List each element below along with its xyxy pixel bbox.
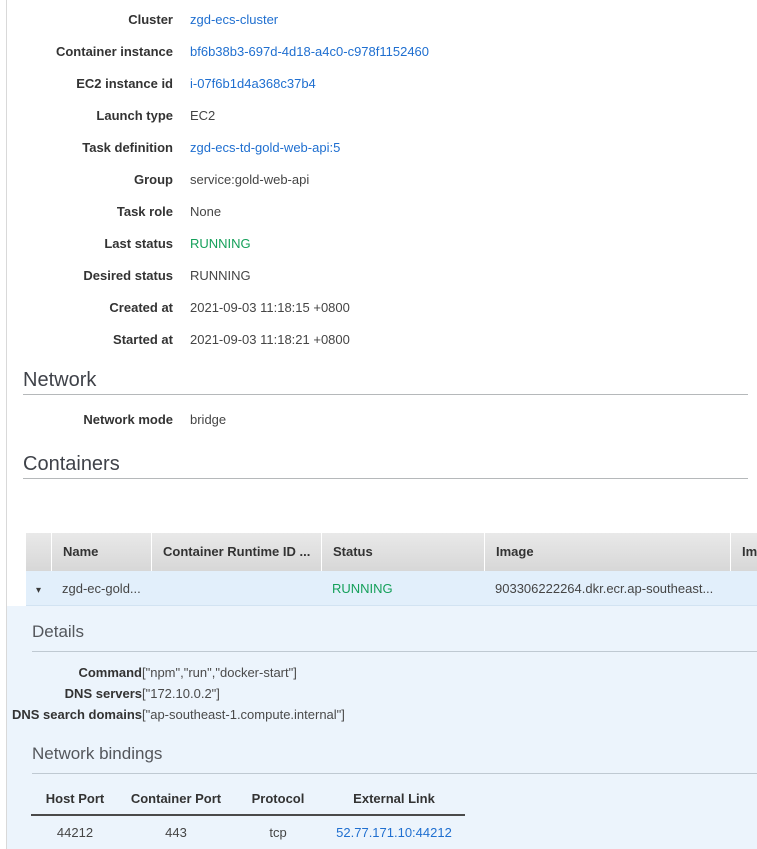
created-at-label: Created at xyxy=(7,300,173,315)
column-header-image-digest[interactable]: Image xyxy=(730,533,757,571)
containers-table: Name Container Runtime ID ... Status Ima… xyxy=(26,533,757,606)
detail-row-task-role: Task role None xyxy=(7,195,757,227)
desired-status-label: Desired status xyxy=(7,268,173,283)
container-port-value: 443 xyxy=(119,825,233,840)
ec2-instance-id-label: EC2 instance id xyxy=(7,76,173,91)
container-details-list: Command ["npm","run","docker-start"] DNS… xyxy=(7,662,757,725)
external-link[interactable]: 52.77.171.10:44212 xyxy=(323,825,465,840)
launch-type-label: Launch type xyxy=(7,108,173,123)
desired-status-value: RUNNING xyxy=(190,268,251,283)
cluster-label: Cluster xyxy=(7,12,173,27)
network-bindings-heading: Network bindings xyxy=(32,742,757,766)
container-image-cell: 903306222264.dkr.ecr.ap-southeast... xyxy=(484,581,730,596)
network-mode-label: Network mode xyxy=(7,412,173,427)
dns-servers-value: ["172.10.0.2"] xyxy=(142,686,220,701)
command-value: ["npm","run","docker-start"] xyxy=(142,665,297,680)
row-expander-icon[interactable]: ▾ xyxy=(36,585,41,596)
containers-section-divider xyxy=(23,478,748,479)
network-bindings-divider xyxy=(32,773,757,774)
detail-row-network-mode: Network mode bridge xyxy=(7,403,757,435)
ec2-instance-id-link[interactable]: i-07f6b1d4a368c37b4 xyxy=(190,76,316,91)
column-header-image[interactable]: Image xyxy=(484,533,730,571)
detail-row-last-status: Last status RUNNING xyxy=(7,227,757,259)
command-label: Command xyxy=(7,665,142,680)
detail-row-ec2-instance-id: EC2 instance id i-07f6b1d4a368c37b4 xyxy=(7,67,757,99)
network-binding-row: 44212 443 tcp 52.77.171.10:44212 xyxy=(31,816,465,849)
group-label: Group xyxy=(7,172,173,187)
detail-row-group: Group service:gold-web-api xyxy=(7,163,757,195)
container-row[interactable]: ▾ zgd-ec-gold... RUNNING 903306222264.dk… xyxy=(26,571,757,606)
task-detail-page: Cluster zgd-ecs-cluster Container instan… xyxy=(6,0,757,849)
container-status-cell: RUNNING xyxy=(321,581,484,596)
task-role-label: Task role xyxy=(7,204,173,219)
task-definition-link[interactable]: zgd-ecs-td-gold-web-api:5 xyxy=(190,140,340,155)
column-header-container-port: Container Port xyxy=(119,791,233,806)
column-header-host-port: Host Port xyxy=(31,791,119,806)
started-at-label: Started at xyxy=(7,332,173,347)
network-bindings-table: Host Port Container Port Protocol Extern… xyxy=(31,782,465,849)
dns-search-domains-label: DNS search domains xyxy=(7,707,142,722)
detail-row-container-instance: Container instance bf6b38b3-697d-4d18-a4… xyxy=(7,35,757,67)
detail-row-created-at: Created at 2021-09-03 11:18:15 +0800 xyxy=(7,291,757,323)
launch-type-value: EC2 xyxy=(190,108,215,123)
task-definition-label: Task definition xyxy=(7,140,173,155)
last-status-value: RUNNING xyxy=(190,236,251,251)
detail-row-cluster: Cluster zgd-ecs-cluster xyxy=(7,3,757,35)
container-name-cell: zgd-ec-gold... xyxy=(51,581,151,596)
created-at-value: 2021-09-03 11:18:15 +0800 xyxy=(190,300,350,315)
container-instance-label: Container instance xyxy=(7,44,173,59)
task-detail-list: Cluster zgd-ecs-cluster Container instan… xyxy=(7,0,757,355)
host-port-value: 44212 xyxy=(31,825,119,840)
column-header-status[interactable]: Status xyxy=(321,533,484,571)
expander-column-header xyxy=(26,533,51,571)
group-value: service:gold-web-api xyxy=(190,172,309,187)
details-heading: Details xyxy=(32,620,757,644)
started-at-value: 2021-09-03 11:18:21 +0800 xyxy=(190,332,350,347)
dns-search-domains-value: ["ap-southeast-1.compute.internal"] xyxy=(142,707,345,722)
network-mode-value: bridge xyxy=(190,412,226,427)
detail-row-command: Command ["npm","run","docker-start"] xyxy=(7,662,757,683)
network-bindings-header: Host Port Container Port Protocol Extern… xyxy=(31,782,465,816)
detail-row-dns-servers: DNS servers ["172.10.0.2"] xyxy=(7,683,757,704)
network-section-heading: Network xyxy=(23,366,757,394)
network-section-divider xyxy=(23,394,748,395)
containers-section-heading: Containers xyxy=(23,450,757,478)
detail-row-dns-search-domains: DNS search domains ["ap-southeast-1.comp… xyxy=(7,704,757,725)
column-header-protocol: Protocol xyxy=(233,791,323,806)
detail-row-desired-status: Desired status RUNNING xyxy=(7,259,757,291)
details-divider xyxy=(32,651,757,652)
column-header-name[interactable]: Name xyxy=(51,533,151,571)
task-role-value: None xyxy=(190,204,221,219)
cluster-link[interactable]: zgd-ecs-cluster xyxy=(190,12,278,27)
detail-row-started-at: Started at 2021-09-03 11:18:21 +0800 xyxy=(7,323,757,355)
column-header-runtime-id[interactable]: Container Runtime ID ... xyxy=(151,533,321,571)
dns-servers-label: DNS servers xyxy=(7,686,142,701)
last-status-label: Last status xyxy=(7,236,173,251)
detail-row-task-definition: Task definition zgd-ecs-td-gold-web-api:… xyxy=(7,131,757,163)
containers-table-header: Name Container Runtime ID ... Status Ima… xyxy=(26,533,757,571)
protocol-value: tcp xyxy=(233,825,323,840)
container-expanded-panel: Details Command ["npm","run","docker-sta… xyxy=(7,606,757,849)
detail-row-launch-type: Launch type EC2 xyxy=(7,99,757,131)
container-instance-link[interactable]: bf6b38b3-697d-4d18-a4c0-c978f1152460 xyxy=(190,44,429,59)
column-header-external-link: External Link xyxy=(323,791,465,806)
